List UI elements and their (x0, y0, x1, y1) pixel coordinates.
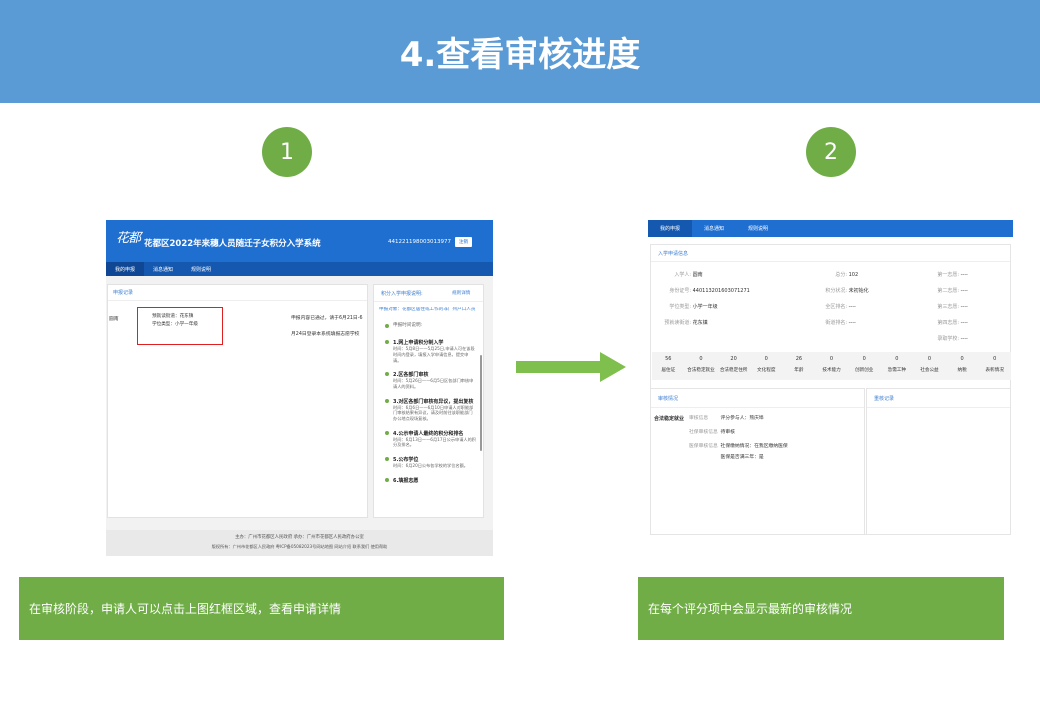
review-row: 医保审核信息 社保缴纳情况：在我区缴纳医保 (689, 444, 788, 449)
rules-panel: 积分入学申报说明: 规则详情 申报对象：花都区居住或工作的非广州户口人员 申报时… (373, 284, 484, 518)
record-degree-type: 学位类型：小学一年级 (152, 322, 198, 327)
section-title: 入学申请信息 (658, 251, 689, 257)
score-item[interactable]: 0 社会公益 (913, 352, 946, 380)
caption-step-2: 在每个评分项中会显示最新的审核情况 (638, 577, 1004, 640)
score-item[interactable]: 0 合法稳定就业 (685, 352, 718, 380)
review-row: 审核信息 评分参与人：熊庆埠 (689, 416, 764, 421)
arrow-right-icon (516, 352, 626, 382)
review-item-title: 合法稳定就业 (653, 416, 684, 422)
rules-panel-title: 积分入学申报说明: (381, 291, 423, 297)
timeline-item: 2.区各部门审核 时间：5月26日——6月5日区各部门审核申请人的资料。 (384, 371, 476, 389)
detail-nav: 我的申报 消息通知 规则说明 (648, 220, 1013, 237)
calligraphy-logo: 花都 (116, 231, 141, 246)
nav-notifications[interactable]: 消息通知 (144, 262, 182, 276)
wish-4: ---- (960, 320, 968, 326)
record-notice-line-2: 月24日登录本系统填报志愿学校 (291, 332, 360, 337)
footer-sponsor: 主办：广州市花都区人民政府 承办：广州市花都区人民政府办公室 (235, 535, 364, 540)
street: 花东镇 (692, 320, 708, 326)
timeline-item: 1.网上申请积分制入学 时间：5月8日——5月25日,申请人可在该段时间内登录，填… (384, 339, 476, 363)
score-item[interactable]: 0 急需工种 (880, 352, 913, 380)
record-detail-highlight[interactable]: 预就读街道：花东镇 学位类型：小学一年级 (137, 307, 223, 345)
review-panel: 审核情况 合法稳定就业 审核信息 评分参与人：熊庆埠 社保审核信息 待审核 医保… (650, 388, 865, 535)
nav-rules[interactable]: 规则说明 (736, 220, 780, 237)
nav-my-application[interactable]: 我的申报 (106, 262, 145, 276)
review-row: 医保是否满三年：是 (720, 455, 764, 460)
total-score: 102 (848, 272, 859, 278)
screenshot-application-detail: 我的申报 消息通知 规则说明 入学申请信息 入学人: 圆南 身份证号: 4401… (648, 220, 1013, 535)
user-id-number: 441221198003013977 (388, 239, 451, 245)
id-card-number: 440113201603071271 (692, 288, 750, 294)
step-1-badge: 1 (262, 127, 312, 177)
score-item[interactable]: 0 创新创业 (848, 352, 881, 380)
district-rank: ---- (848, 304, 856, 310)
applicant-name: 圆南 (692, 272, 703, 278)
wish-2: ---- (960, 288, 968, 294)
footer-copyright: 版权所有：广州市花都区人民政府 粤ICP备05082023号网站地图 网站介绍 … (211, 544, 388, 549)
logout-button[interactable]: 注销 (455, 237, 472, 247)
page-title: 4.查看审核进度 (399, 35, 641, 75)
score-item[interactable]: 0 文化程度 (750, 352, 783, 380)
review-title: 审核情况 (658, 396, 679, 402)
step-2-badge: 2 (806, 127, 856, 177)
banner: 4.查看审核进度 (0, 0, 1040, 103)
review-row: 社保审核信息 待审核 (689, 430, 735, 435)
wish-1: ---- (960, 272, 968, 278)
system-title: 花都区2022年来穗人员随迁子女积分入学系统 (144, 239, 321, 249)
timeline-head: 申报时间说明: (384, 323, 476, 329)
record-notice-line-1: 申报内容已通过，请于6月21日-6 (291, 316, 363, 321)
timeline-item: 6.填报志愿 (384, 477, 476, 484)
modify-title: 重核记录 (874, 396, 895, 402)
timeline-item: 5.公布学位 时间：6月20日公布各学校的学位名额。 (384, 456, 476, 469)
info-col-mid: 总分: 102 积分状况: 未初始化 全区排名: ---- 街道排名: ---- (825, 272, 869, 326)
rules-scrollbar[interactable] (480, 355, 482, 451)
rules-detail-link[interactable]: 规则详情 (452, 291, 470, 297)
screenshot-application-list: 花都 花都区2022年来穗人员随迁子女积分入学系统 44122119800301… (106, 220, 493, 556)
main-nav: 我的申报 消息通知 规则说明 (106, 262, 493, 276)
admitted-school: ---- (960, 336, 968, 342)
timeline: 申报时间说明: 1.网上申请积分制入学 时间：5月8日——5月25日,申请人可在该… (384, 319, 476, 484)
nav-my-application[interactable]: 我的申报 (648, 220, 693, 237)
records-panel: 申报记录 圆南 预就读街道：花东镇 学位类型：小学一年级 申报内容已通过，请于6… (107, 284, 368, 518)
score-status: 未初始化 (848, 288, 869, 294)
score-items-row: 56 居住证 0 合法稳定就业 20 合法稳定住所 0 文化程度 26 年龄 0 技术能力 … (652, 352, 1011, 380)
degree-type: 小学一年级 (692, 304, 718, 310)
score-item[interactable]: 26 年龄 (783, 352, 816, 380)
timeline-item: 4.公示申请人最终的积分和排名 时间：6月13日——6月17日公示申请人的积分及排… (384, 430, 476, 448)
timeline-item: 3.对区各部门审核有异议，提出复核 时间：6月6日——6月10日申请人对职能部门审… (384, 398, 476, 422)
caption-step-1: 在审核阶段，申请人可以点击上图红框区域，查看申请详情 (19, 577, 504, 640)
score-item[interactable]: 0 技术能力 (815, 352, 848, 380)
info-col-left: 入学人: 圆南 身份证号: 440113201603071271 学位类型: 小… (664, 272, 750, 326)
score-item[interactable]: 20 合法稳定住所 (717, 352, 750, 380)
records-title: 申报记录 (113, 290, 134, 296)
score-item[interactable]: 56 居住证 (652, 352, 685, 380)
record-street: 预就读街道：花东镇 (152, 314, 194, 319)
nav-rules[interactable]: 规则说明 (182, 262, 220, 276)
system-header: 花都 花都区2022年来穗人员随迁子女积分入学系统 44122119800301… (106, 220, 493, 262)
wish-3: ---- (960, 304, 968, 310)
nav-notifications[interactable]: 消息通知 (692, 220, 736, 237)
info-col-right: 第一志愿: ---- 第二志愿: ---- 第三志愿: ---- 第四志愿: -… (937, 272, 968, 342)
record-applicant-name: 圆南 (109, 317, 119, 322)
score-item[interactable]: 0 纳税 (946, 352, 979, 380)
site-footer: 主办：广州市花都区人民政府 承办：广州市花都区人民政府办公室 版权所有：广州市花… (106, 530, 493, 556)
modify-panel: 重核记录 (866, 388, 1011, 535)
street-rank: ---- (848, 320, 856, 326)
rules-target: 申报对象：花都区居住或工作的非广州户口人员 (379, 307, 476, 312)
score-item[interactable]: 0 表彰情况 (978, 352, 1011, 380)
